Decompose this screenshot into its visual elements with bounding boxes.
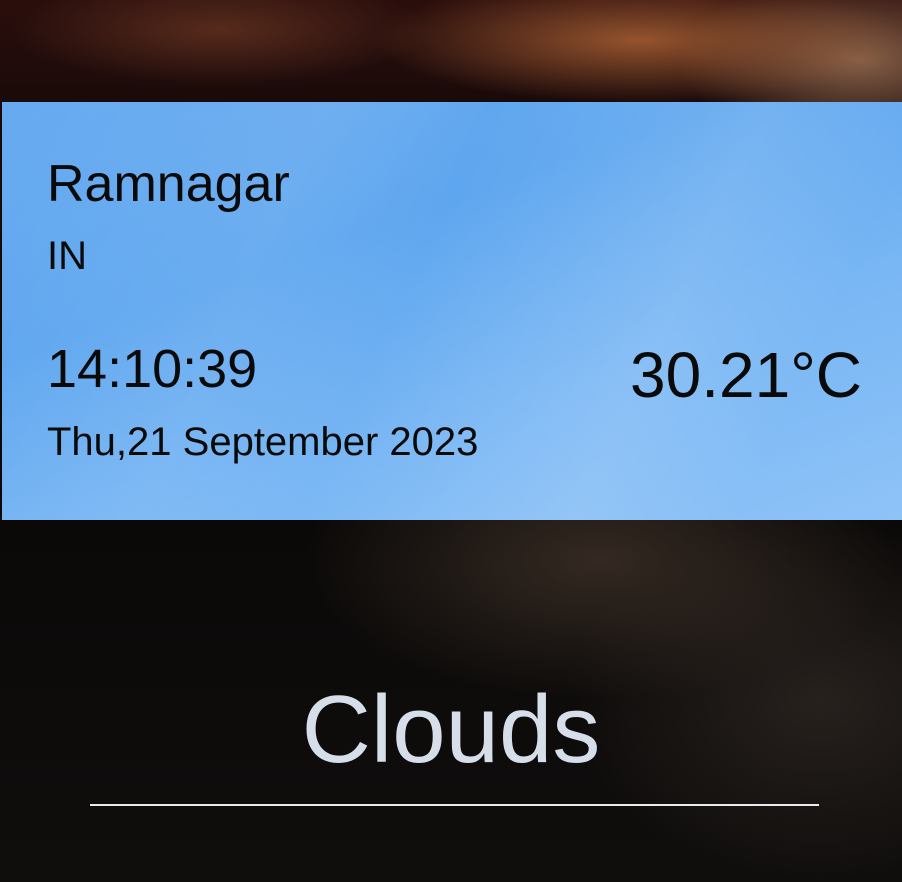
city-name: Ramnagar (47, 155, 290, 213)
weather-app: Ramnagar IN 14:10:39 Thu,21 September 20… (0, 0, 902, 882)
country-code: IN (47, 234, 87, 278)
weather-condition: Clouds (301, 676, 601, 783)
current-time: 14:10:39 (47, 339, 258, 399)
temperature-readout: 30.21°C (630, 339, 862, 411)
divider-line (90, 804, 819, 806)
current-date: Thu,21 September 2023 (47, 420, 479, 464)
weather-info-card: Ramnagar IN 14:10:39 Thu,21 September 20… (2, 102, 902, 520)
